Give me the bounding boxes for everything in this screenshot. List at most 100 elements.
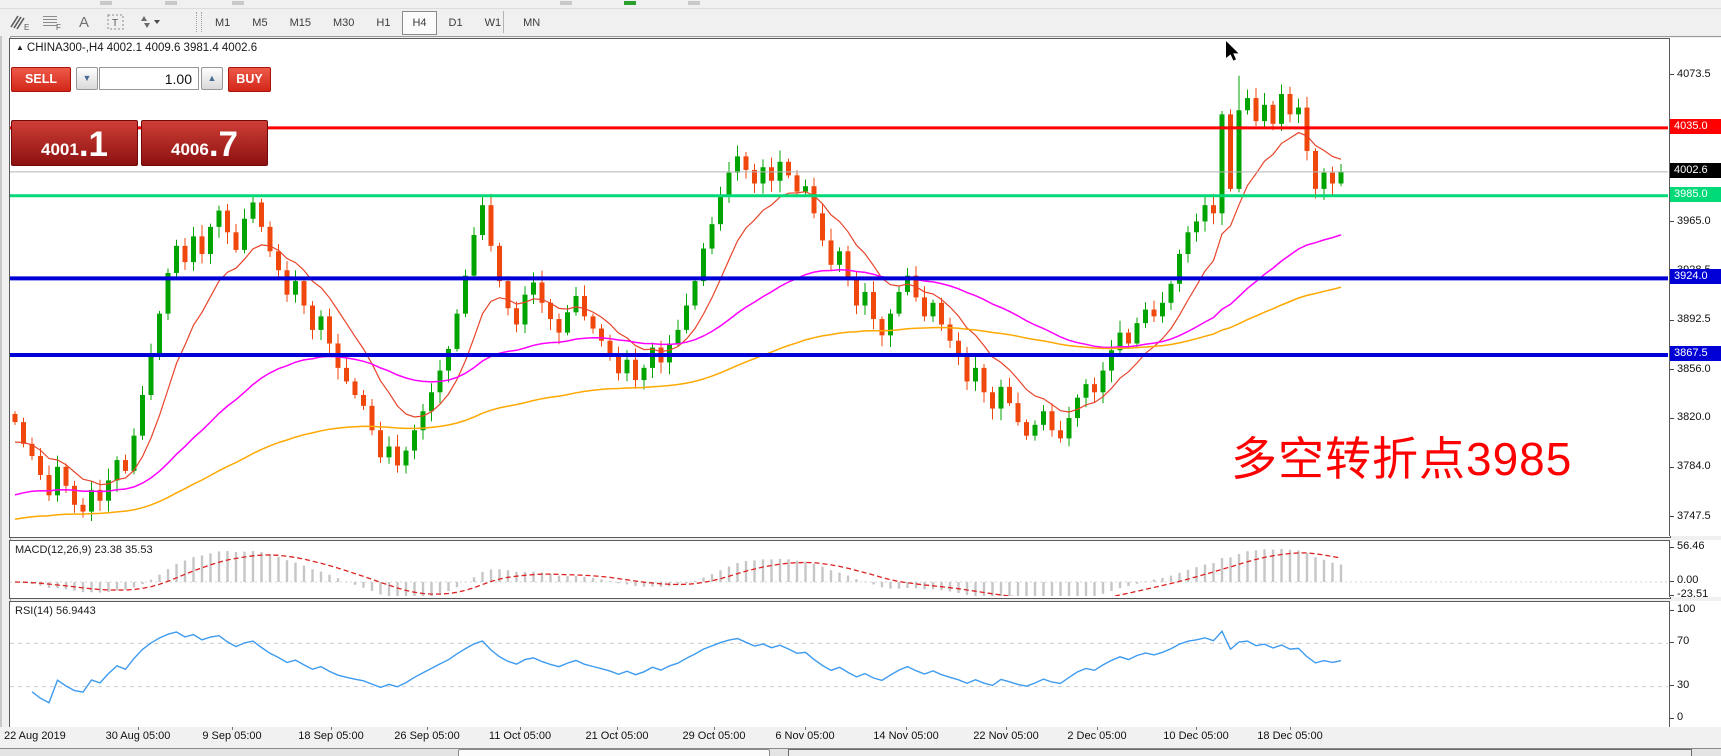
mid-ma-line bbox=[15, 235, 1341, 495]
time-label: 29 Oct 05:00 bbox=[683, 730, 746, 742]
price-tick-label: 3965.0 bbox=[1677, 215, 1711, 227]
time-label: 9 Sep 05:00 bbox=[202, 730, 261, 742]
timeframe-button-h1[interactable]: H1 bbox=[366, 11, 400, 35]
collapse-arrow-icon[interactable]: ▲ bbox=[16, 43, 24, 52]
macd-tick-label: 0.00 bbox=[1677, 574, 1698, 586]
macd-tick bbox=[1670, 595, 1674, 596]
price-tick-label: 3784.0 bbox=[1677, 460, 1711, 472]
time-label: 22 Nov 05:00 bbox=[973, 730, 1038, 742]
price-tick bbox=[1670, 221, 1674, 222]
svg-text:F: F bbox=[56, 23, 61, 31]
mt4-window: E F A T M1M bbox=[0, 0, 1721, 756]
chart-title-text: CHINA300-,H4 4002.1 4009.6 3981.4 4002.6 bbox=[27, 42, 257, 54]
toolbar-icon-remnant bbox=[560, 1, 572, 5]
price-axis: 4073.53965.03928.53892.53856.03820.03784… bbox=[1669, 38, 1721, 536]
timeframe-group: M1M5M15M30H1H4D1W1MN bbox=[205, 11, 552, 35]
macd-tick-label: -23.51 bbox=[1677, 588, 1708, 600]
time-axis: 22 Aug 201930 Aug 05:009 Sep 05:0018 Sep… bbox=[0, 727, 1721, 748]
rsi-tick bbox=[1670, 718, 1674, 719]
macd-panel[interactable]: MACD(12,26,9) 23.38 35.53 bbox=[9, 540, 1671, 599]
buy-price-frac: .7 bbox=[209, 131, 238, 160]
sell-price-frac: .1 bbox=[79, 131, 108, 160]
text-box-tool-icon[interactable]: T bbox=[102, 11, 130, 33]
rsi-tick-label: 100 bbox=[1677, 603, 1695, 615]
time-tick bbox=[1006, 727, 1007, 730]
volume-input[interactable] bbox=[99, 67, 199, 90]
toolbar-separator bbox=[503, 11, 504, 33]
timeframe-button-w1[interactable]: W1 bbox=[475, 11, 512, 35]
price-tick-label: 4073.5 bbox=[1677, 68, 1711, 80]
mouse-cursor-icon bbox=[1226, 41, 1239, 61]
price-tick bbox=[1670, 320, 1674, 321]
macd-plot bbox=[10, 541, 1668, 596]
level-price-badge: 3924.0 bbox=[1670, 269, 1721, 284]
timeframe-button-d1[interactable]: D1 bbox=[439, 11, 473, 35]
one-click-trading-panel: SELL ▼ ▲ BUY 4001.1 4006.7 bbox=[11, 67, 269, 177]
time-tick bbox=[1290, 727, 1291, 730]
time-tick bbox=[232, 727, 233, 730]
timeframe-button-h4[interactable]: H4 bbox=[402, 11, 436, 35]
top-toolbar-sliver bbox=[0, 0, 1721, 9]
rsi-plot bbox=[10, 602, 1668, 726]
price-tick-label: 3892.5 bbox=[1677, 313, 1711, 325]
rsi-axis: 10070300 bbox=[1669, 601, 1721, 727]
macd-tick bbox=[1670, 581, 1674, 582]
bottom-tabs-strip bbox=[0, 748, 1721, 756]
time-tick bbox=[805, 727, 806, 730]
macd-axis: 56.46 0.00 -23.51 bbox=[1669, 540, 1721, 597]
cycle-symbols-icon[interactable] bbox=[134, 11, 162, 33]
level-price-badge: 4035.0 bbox=[1670, 119, 1721, 134]
price-tick-label: 3856.0 bbox=[1677, 363, 1711, 375]
price-tick bbox=[1670, 369, 1674, 370]
time-label: 11 Oct 05:00 bbox=[489, 730, 551, 742]
buy-price-quote[interactable]: 4006.7 bbox=[141, 120, 268, 166]
time-tick bbox=[617, 727, 618, 730]
fast-ma-line bbox=[15, 133, 1341, 485]
price-chart-panel[interactable]: ▲CHINA300-,H4 4002.1 4009.6 3981.4 4002.… bbox=[9, 38, 1671, 538]
timeframe-button-m15[interactable]: M15 bbox=[280, 11, 321, 35]
svg-text:T: T bbox=[112, 18, 118, 29]
volume-increase-button[interactable]: ▲ bbox=[201, 67, 223, 90]
sell-price-quote[interactable]: 4001.1 bbox=[11, 120, 138, 166]
rsi-tick-label: 0 bbox=[1677, 711, 1683, 723]
volume-decrease-button[interactable]: ▼ bbox=[76, 67, 98, 90]
chart-tab-top[interactable] bbox=[458, 749, 770, 756]
chart-tab-top[interactable] bbox=[788, 749, 1692, 756]
timeframe-button-mn[interactable]: MN bbox=[513, 11, 550, 35]
time-label: 21 Oct 05:00 bbox=[586, 730, 649, 742]
time-tick bbox=[1097, 727, 1098, 730]
sell-button[interactable]: SELL bbox=[11, 67, 71, 92]
time-label: 30 Aug 05:00 bbox=[106, 730, 171, 742]
timeframe-button-m1[interactable]: M1 bbox=[205, 11, 240, 35]
timeframe-button-m5[interactable]: M5 bbox=[242, 11, 277, 35]
price-tick bbox=[1670, 74, 1674, 75]
price-tick-label: 3820.0 bbox=[1677, 411, 1711, 423]
timeframe-button-m30[interactable]: M30 bbox=[323, 11, 364, 35]
rsi-label: RSI(14) 56.9443 bbox=[15, 605, 96, 617]
chart-title: ▲CHINA300-,H4 4002.1 4009.6 3981.4 4002.… bbox=[16, 42, 257, 54]
macd-label: MACD(12,26,9) 23.38 35.53 bbox=[15, 544, 153, 556]
grid-toggle-icon[interactable]: F bbox=[38, 11, 66, 33]
time-tick bbox=[714, 727, 715, 730]
time-label: 18 Dec 05:00 bbox=[1257, 730, 1322, 742]
price-tick bbox=[1670, 516, 1674, 517]
toolbar-icon-remnant bbox=[688, 1, 700, 5]
indicator-list-icon[interactable]: E bbox=[6, 11, 34, 33]
text-label-tool-icon[interactable]: A bbox=[70, 11, 98, 33]
macd-tick bbox=[1670, 547, 1674, 548]
time-tick bbox=[331, 727, 332, 730]
time-label: 14 Nov 05:00 bbox=[873, 730, 938, 742]
time-tick bbox=[906, 727, 907, 730]
time-label: 2 Dec 05:00 bbox=[1067, 730, 1126, 742]
time-tick bbox=[138, 727, 139, 730]
rsi-tick bbox=[1670, 610, 1674, 611]
svg-text:E: E bbox=[24, 23, 29, 31]
time-tick bbox=[1196, 727, 1197, 730]
annotation-text: 多空转折点3985 bbox=[1231, 423, 1572, 489]
macd-tick-label: 56.46 bbox=[1677, 540, 1705, 552]
buy-button[interactable]: BUY bbox=[228, 67, 271, 92]
price-tick bbox=[1670, 467, 1674, 468]
rsi-panel[interactable]: RSI(14) 56.9443 bbox=[9, 601, 1671, 729]
current-price-badge: 4002.6 bbox=[1670, 163, 1721, 178]
rsi-tick-label: 30 bbox=[1677, 679, 1689, 691]
